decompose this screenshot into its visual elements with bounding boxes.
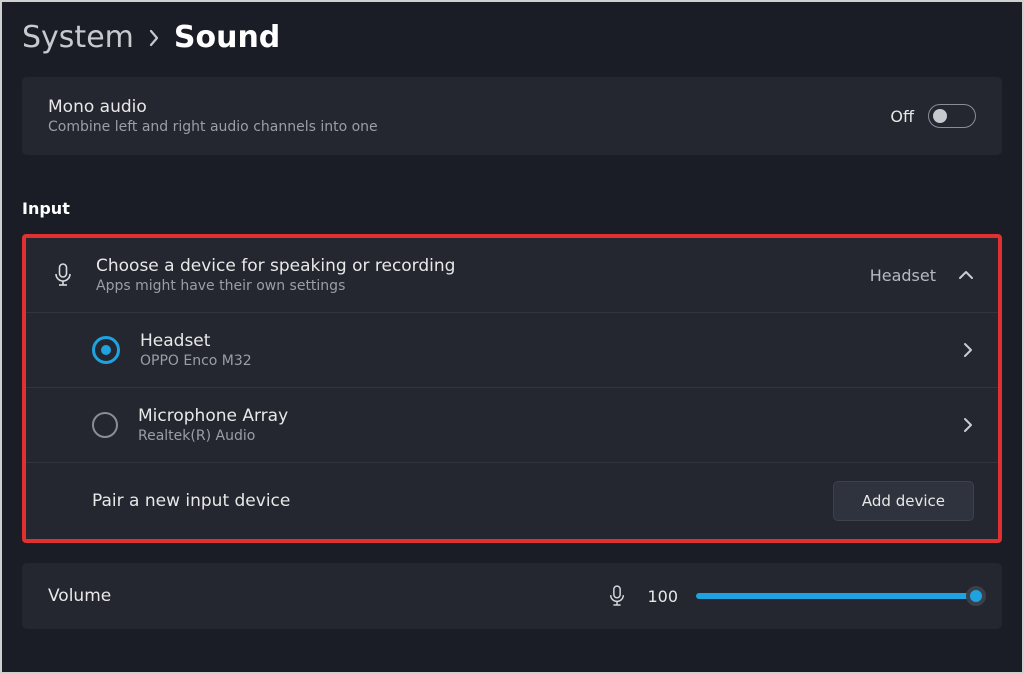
device-driver: Realtek(R) Audio [138, 428, 942, 444]
input-chooser-title: Choose a device for speaking or recordin… [96, 256, 850, 276]
input-chooser-sub: Apps might have their own settings [96, 278, 850, 294]
input-volume-setting: Volume 100 [22, 563, 1002, 629]
microphone-icon[interactable] [608, 585, 626, 607]
mono-audio-setting[interactable]: Mono audio Combine left and right audio … [22, 77, 1002, 155]
pair-new-device-row: Pair a new input device Add device [26, 463, 998, 539]
pair-label: Pair a new input device [92, 491, 290, 511]
microphone-icon [50, 263, 76, 287]
breadcrumb-system[interactable]: System [22, 20, 134, 55]
volume-label: Volume [48, 586, 590, 606]
toggle-knob [933, 109, 947, 123]
input-device-headset[interactable]: Headset OPPO Enco M32 [26, 313, 998, 388]
mono-audio-toggle[interactable] [928, 104, 976, 128]
chevron-right-icon [148, 29, 160, 47]
input-current-device: Headset [870, 266, 936, 285]
radio-selected[interactable] [92, 336, 120, 364]
mono-audio-sub: Combine left and right audio channels in… [48, 119, 378, 135]
volume-value: 100 [644, 587, 678, 606]
radio-unselected[interactable] [92, 412, 118, 438]
chevron-up-icon [958, 269, 974, 281]
input-section-label: Input [10, 155, 1014, 234]
add-device-button[interactable]: Add device [833, 481, 974, 521]
device-name: Headset [140, 331, 942, 351]
mono-audio-title: Mono audio [48, 97, 378, 117]
mono-audio-state-label: Off [890, 107, 914, 126]
device-driver: OPPO Enco M32 [140, 353, 942, 369]
input-device-microphone-array[interactable]: Microphone Array Realtek(R) Audio [26, 388, 998, 463]
input-section: Choose a device for speaking or recordin… [22, 234, 1002, 543]
volume-slider[interactable] [696, 593, 976, 599]
breadcrumb: System Sound [10, 20, 1014, 69]
slider-thumb[interactable] [966, 586, 986, 606]
device-name: Microphone Array [138, 406, 942, 426]
breadcrumb-sound: Sound [174, 20, 280, 55]
chevron-right-icon[interactable] [962, 417, 974, 433]
input-device-chooser[interactable]: Choose a device for speaking or recordin… [26, 238, 998, 313]
chevron-right-icon[interactable] [962, 342, 974, 358]
